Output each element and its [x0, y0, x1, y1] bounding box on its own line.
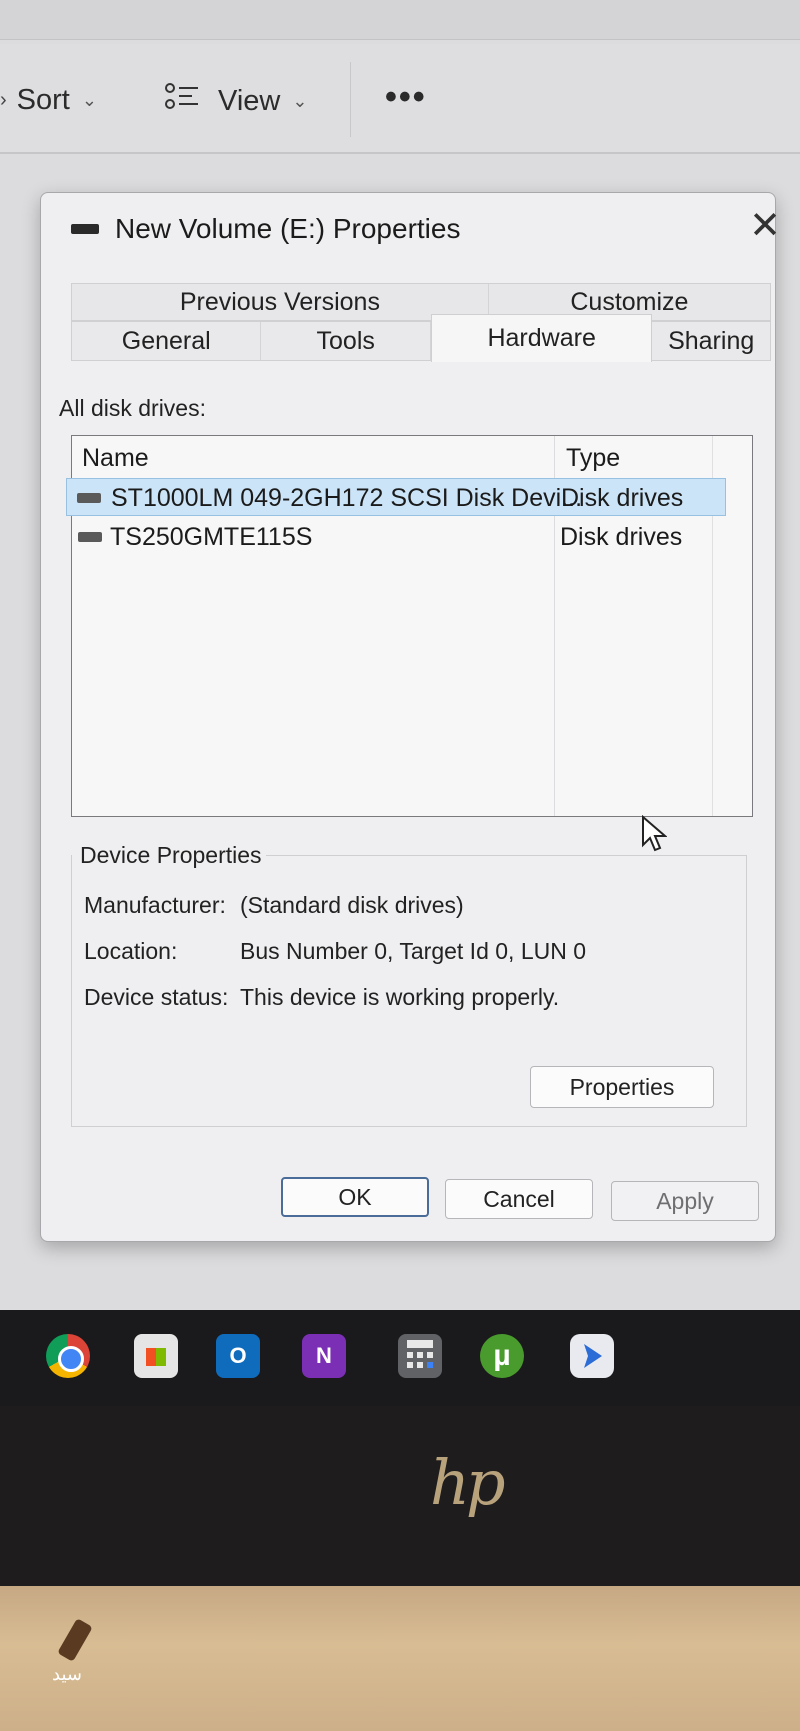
chevron-down-icon: ⌄ — [81, 90, 97, 110]
onenote-glyph: N — [316, 1343, 332, 1368]
snipping-arrow-icon — [584, 1344, 602, 1368]
sort-icon: › — [0, 89, 7, 111]
cancel-button[interactable]: Cancel — [445, 1179, 593, 1219]
list-item[interactable]: ST1000LM 049-2GH172 SCSI Disk Devi... Di… — [66, 478, 726, 516]
explorer-title-area — [0, 0, 800, 40]
command-bar: › Sort ⌄ View ⌄ ••• — [0, 44, 800, 154]
tab-row-back: Previous Versions Customize — [71, 283, 771, 321]
tab-row-front: General Tools Hardware Sharing — [71, 314, 771, 362]
device-properties-button[interactable]: Properties — [530, 1066, 714, 1108]
mouse-cursor-icon — [642, 815, 667, 852]
microsoft-store-icon[interactable] — [134, 1334, 178, 1378]
close-button[interactable]: ✕ — [749, 203, 781, 248]
utorrent-glyph: µ — [493, 1339, 511, 1372]
tab-hardware[interactable]: Hardware — [430, 314, 653, 362]
dialog-title: New Volume (E:) Properties — [115, 213, 461, 244]
ok-button[interactable]: OK — [281, 1177, 429, 1217]
disk-drive-icon — [77, 493, 101, 503]
device-properties-heading: Device Properties — [72, 842, 266, 869]
laptop-chassis: سید — [0, 1586, 800, 1731]
drive-name: TS250GMTE115S — [110, 523, 313, 551]
snipping-tool-icon[interactable] — [570, 1334, 614, 1378]
location-value: Bus Number 0, Target Id 0, LUN 0 — [240, 938, 587, 964]
tab-tools[interactable]: Tools — [261, 322, 431, 360]
manufacturer-value: (Standard disk drives) — [240, 892, 464, 918]
laptop-bezel: hp — [0, 1406, 800, 1586]
drive-icon — [71, 224, 99, 234]
calculator-icon[interactable] — [398, 1334, 442, 1378]
onenote-icon[interactable]: N — [302, 1334, 346, 1378]
sort-label: Sort — [16, 84, 70, 116]
outlook-glyph: O — [229, 1343, 247, 1368]
view-label: View — [218, 84, 281, 117]
tab-sharing[interactable]: Sharing — [652, 322, 770, 360]
device-status-value: This device is working properly. — [240, 984, 560, 1010]
view-list-icon — [164, 82, 200, 120]
tab-general[interactable]: General — [72, 322, 262, 360]
properties-dialog: New Volume (E:) Properties ✕ Previous Ve… — [40, 192, 781, 1242]
outlook-icon[interactable]: O — [216, 1334, 260, 1378]
manufacturer-label: Manufacturer: — [84, 892, 226, 918]
taskbar: O N µ — [0, 1310, 800, 1406]
all-disk-drives-label: All disk drives: — [59, 395, 206, 421]
location-label: Location: — [84, 938, 178, 964]
watermark: سید — [52, 1664, 82, 1684]
sort-button[interactable]: › Sort ⌄ — [0, 84, 97, 117]
list-item[interactable]: TS250GMTE115S Disk drives — [72, 518, 752, 556]
view-button[interactable]: View ⌄ — [164, 82, 307, 120]
disk-drive-icon — [78, 532, 102, 542]
device-status-label: Device status: — [84, 984, 229, 1010]
sticker-icon — [57, 1618, 93, 1662]
drive-type: Disk drives — [560, 523, 683, 551]
column-header-type[interactable]: Type — [566, 444, 620, 473]
dialog-title-bar: New Volume (E:) Properties — [71, 213, 460, 245]
apply-button[interactable]: Apply — [611, 1181, 759, 1221]
more-options-button[interactable]: ••• — [385, 78, 427, 117]
tab-previous-versions[interactable]: Previous Versions — [72, 284, 489, 320]
utorrent-icon[interactable]: µ — [480, 1334, 524, 1378]
drive-name: ST1000LM 049-2GH172 SCSI Disk Devi... — [111, 484, 583, 512]
chevron-down-icon: ⌄ — [292, 90, 308, 111]
command-separator — [350, 62, 351, 137]
column-header-name[interactable]: Name — [82, 444, 149, 473]
file-explorer-window: › Sort ⌄ View ⌄ ••• New Volume (E:) Prop… — [0, 0, 800, 1310]
list-header: Name Type — [72, 436, 752, 474]
disk-drives-list[interactable]: Name Type ST1000LM 049-2GH172 SCSI Disk … — [66, 435, 753, 817]
chrome-icon[interactable] — [46, 1334, 90, 1378]
calculator-keys-icon — [407, 1340, 433, 1368]
hp-logo: hp — [430, 1446, 506, 1519]
device-properties-group: Device Properties Manufacturer: (Standar… — [71, 842, 747, 1127]
drive-type: Disk drives — [561, 484, 684, 512]
